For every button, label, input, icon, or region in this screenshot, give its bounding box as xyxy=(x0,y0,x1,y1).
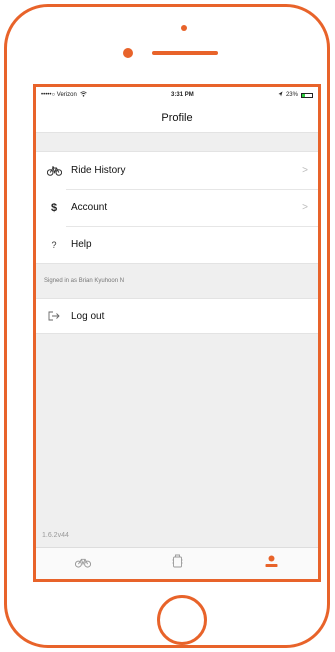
version-label: 1.6.2v44 xyxy=(42,532,69,539)
battery-icon xyxy=(300,92,313,98)
wifi-icon xyxy=(80,91,87,99)
question-icon: ? xyxy=(51,239,57,250)
tab-bar xyxy=(36,547,318,579)
tab-lock[interactable] xyxy=(157,549,197,579)
chevron-right-icon: > xyxy=(302,165,308,176)
person-icon xyxy=(265,555,278,573)
menu-item-account[interactable]: $ Account > xyxy=(36,189,318,226)
ride-history-label: Ride History xyxy=(71,165,126,176)
home-button[interactable] xyxy=(157,595,207,645)
menu-item-ride-history[interactable]: Ride History > xyxy=(36,152,318,189)
bicycle-icon xyxy=(46,166,62,176)
carrier-text: •••••○ Verizon xyxy=(41,92,77,98)
tab-rides[interactable] xyxy=(63,549,103,579)
status-bar: •••••○ Verizon 3:31 PM 23% xyxy=(36,87,318,103)
bicycle-icon xyxy=(74,555,92,573)
tab-profile[interactable] xyxy=(251,549,291,579)
menu-item-help[interactable]: ? Help xyxy=(36,226,318,263)
help-label: Help xyxy=(71,239,92,250)
profile-menu: Ride History > $ Account > ? Help xyxy=(36,151,318,264)
account-label: Account xyxy=(71,202,108,213)
chevron-right-icon: > xyxy=(302,202,308,213)
battery-percent: 23% xyxy=(285,92,298,98)
logout-section: Log out xyxy=(36,298,318,334)
clock-text: 3:31 PM xyxy=(171,92,194,98)
navigation-bar: Profile xyxy=(36,103,318,133)
logout-button[interactable]: Log out xyxy=(36,299,318,333)
location-icon xyxy=(278,91,283,99)
logout-label: Log out xyxy=(71,310,105,322)
page-title: Profile xyxy=(161,111,193,124)
signed-in-caption: Signed in as Brian Kyuhoon N xyxy=(44,278,125,284)
earpiece-speaker xyxy=(152,51,218,55)
lock-icon xyxy=(172,554,183,573)
front-sensor xyxy=(123,48,133,58)
dollar-icon: $ xyxy=(50,201,58,214)
camera xyxy=(181,25,187,31)
logout-icon xyxy=(46,311,62,321)
app-screen: •••••○ Verizon 3:31 PM 23% Profile Ride … xyxy=(33,84,321,582)
